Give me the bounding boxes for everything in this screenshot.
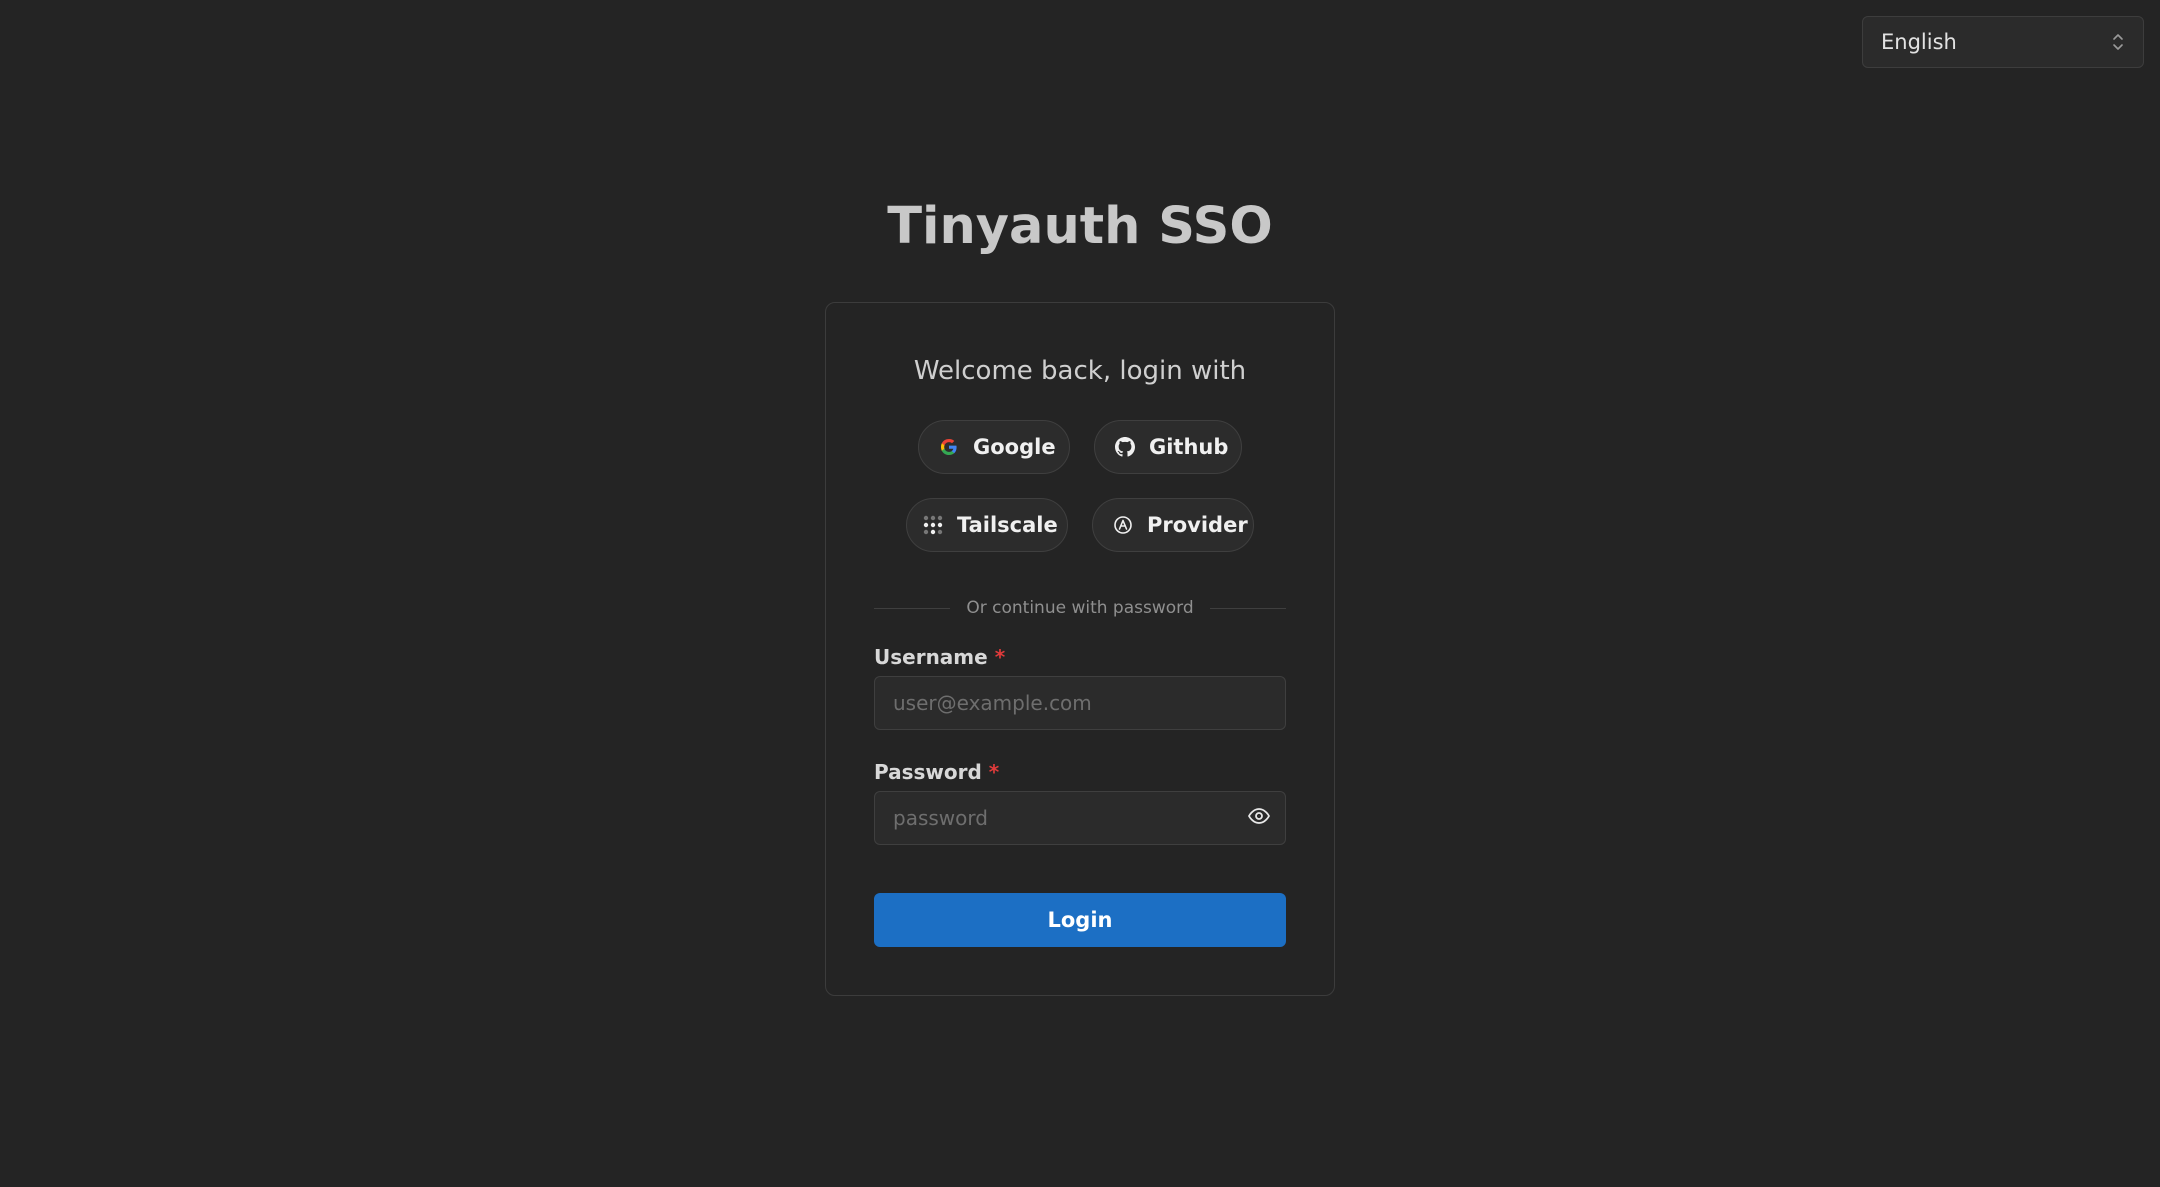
tailscale-login-button[interactable]: Tailscale <box>906 498 1068 552</box>
password-required-mark: * <box>988 760 1000 784</box>
username-required-mark: * <box>994 645 1006 669</box>
welcome-heading: Welcome back, login with <box>913 356 1247 386</box>
github-icon <box>1115 437 1135 457</box>
google-login-button[interactable]: Google <box>918 420 1070 474</box>
language-select-value: English <box>1881 30 1957 54</box>
login-button[interactable]: Login <box>874 893 1286 947</box>
page-title: Tinyauth SSO <box>887 197 1273 256</box>
username-input[interactable] <box>874 676 1286 730</box>
tailscale-icon <box>923 515 943 535</box>
divider-line-right <box>1209 607 1286 609</box>
password-label: Password * <box>874 760 999 784</box>
openid-icon <box>1113 515 1133 535</box>
password-input[interactable] <box>874 791 1286 845</box>
provider-login-label: Provider <box>1147 513 1248 537</box>
toggle-password-visibility-button[interactable] <box>1244 803 1274 833</box>
username-label: Username * <box>874 645 1005 669</box>
eye-icon <box>1247 804 1271 832</box>
username-label-text: Username <box>874 645 988 669</box>
github-login-button[interactable]: Github <box>1094 420 1242 474</box>
divider-text: Or continue with password <box>966 598 1194 618</box>
divider-line-left <box>874 607 951 609</box>
chevrons-up-down-icon <box>2111 31 2125 53</box>
provider-login-button[interactable]: Provider <box>1092 498 1254 552</box>
language-select[interactable]: English <box>1862 16 2144 68</box>
password-label-text: Password <box>874 760 982 784</box>
github-login-label: Github <box>1149 435 1229 459</box>
tailscale-login-label: Tailscale <box>957 513 1058 537</box>
login-card: Welcome back, login with Google Github T… <box>825 302 1335 996</box>
divider: Or continue with password <box>874 595 1286 621</box>
google-login-label: Google <box>973 435 1056 459</box>
google-icon <box>939 437 959 457</box>
